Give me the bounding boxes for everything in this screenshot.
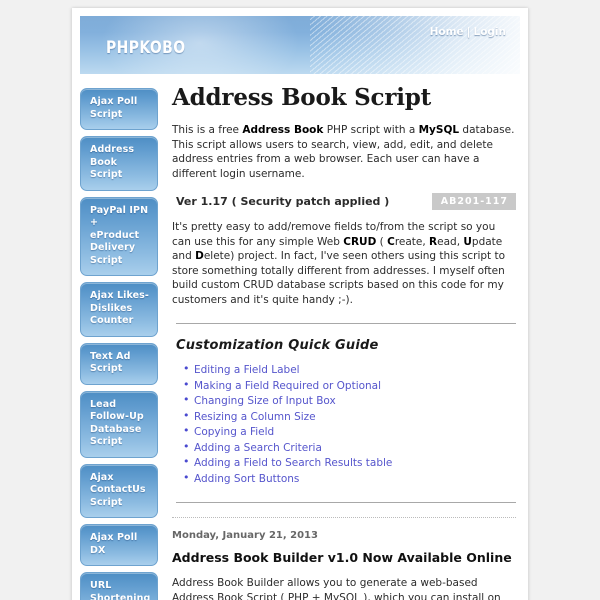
sidebar-item-lead-follow-up-database[interactable]: Lead Follow-Up Database Script — [80, 390, 158, 458]
sidebar-item-paypal-ipn-eproduct[interactable]: PayPal IPN + eProduct Delivery Script — [80, 196, 158, 276]
list-item: Adding a Search Criteria — [183, 440, 516, 456]
list-item: Changing Size of Input Box — [183, 393, 516, 409]
version-row: Ver 1.17 ( Security patch applied ) AB20… — [172, 193, 516, 210]
site-container: PHPKOBO Home | Login Ajax Poll Script Addr… — [72, 8, 528, 600]
quick-guide-link-resizing-column[interactable]: Resizing a Column Size — [194, 411, 316, 423]
version-text: Ver 1.17 ( Security patch applied ) — [176, 195, 390, 208]
main-content: Address Book Script This is a free Addre… — [158, 84, 520, 600]
list-item: Copying a Field — [183, 424, 516, 440]
sidebar-item-ajax-poll-dx[interactable]: Ajax Poll DX — [80, 524, 158, 566]
quick-guide-link-sort-buttons[interactable]: Adding Sort Buttons — [194, 473, 299, 485]
sidebar-navigation: Ajax Poll Script Address Book Script Pay… — [80, 84, 158, 600]
quick-guide-title: Customization Quick Guide — [176, 338, 379, 353]
content-columns: Ajax Poll Script Address Book Script Pay… — [72, 74, 528, 600]
sidebar-item-ajax-poll-script[interactable]: Ajax Poll Script — [80, 88, 158, 130]
nav-link-login[interactable]: Login — [474, 26, 507, 38]
quick-guide-link-field-required-optional[interactable]: Making a Field Required or Optional — [194, 380, 381, 392]
page-title: Address Book Script — [172, 84, 432, 111]
quick-guide-link-input-box-size[interactable]: Changing Size of Input Box — [194, 395, 336, 407]
top-navigation: Home | Login — [430, 26, 506, 38]
list-item: Adding a Field to Search Results table — [183, 455, 516, 471]
page-root: PHPKOBO Home | Login Ajax Poll Script Addr… — [0, 0, 600, 600]
crud-paragraph: It's pretty easy to add/remove fields to… — [172, 221, 506, 306]
list-item: Resizing a Column Size — [183, 409, 516, 425]
quick-guide-link-search-criteria[interactable]: Adding a Search Criteria — [194, 442, 322, 454]
post-dotted-divider — [172, 517, 516, 518]
sidebar-item-url-shortening-script[interactable]: URL Shortening Script — [80, 572, 158, 600]
nav-separator: | — [466, 26, 471, 38]
site-header: PHPKOBO Home | Login — [80, 16, 520, 74]
sidebar-item-address-book-script[interactable]: Address Book Script — [80, 136, 158, 191]
quick-guide-link-copying-field[interactable]: Copying a Field — [194, 426, 274, 438]
site-logo[interactable]: PHPKOBO — [106, 38, 185, 58]
quick-guide-link-editing-field-label[interactable]: Editing a Field Label — [194, 364, 300, 376]
sidebar-item-ajax-contactus-script[interactable]: Ajax ContactUs Script — [80, 463, 158, 518]
quick-guide-list: Editing a Field Label Making a Field Req… — [172, 362, 516, 487]
list-item: Adding Sort Buttons — [183, 471, 516, 487]
post-title: Address Book Builder v1.0 Now Available … — [172, 550, 512, 565]
section-divider-top — [176, 323, 516, 324]
header-diagonal-pattern — [310, 16, 520, 74]
intro-paragraph: This is a free Address Book PHP script w… — [172, 124, 515, 180]
nav-link-home[interactable]: Home — [430, 26, 464, 38]
list-item: Editing a Field Label — [183, 362, 516, 378]
version-badge: AB201-117 — [431, 193, 516, 210]
section-divider-bottom — [176, 502, 516, 503]
post-paragraph-1: Address Book Builder allows you to gener… — [172, 577, 501, 600]
sidebar-item-text-ad-script[interactable]: Text Ad Script — [80, 342, 158, 385]
quick-guide-link-field-search-results[interactable]: Adding a Field to Search Results table — [194, 457, 392, 469]
post-date: Monday, January 21, 2013 — [172, 530, 318, 541]
sidebar-item-ajax-likes-dislikes[interactable]: Ajax Likes-Dislikes Counter — [80, 282, 158, 337]
list-item: Making a Field Required or Optional — [183, 378, 516, 394]
